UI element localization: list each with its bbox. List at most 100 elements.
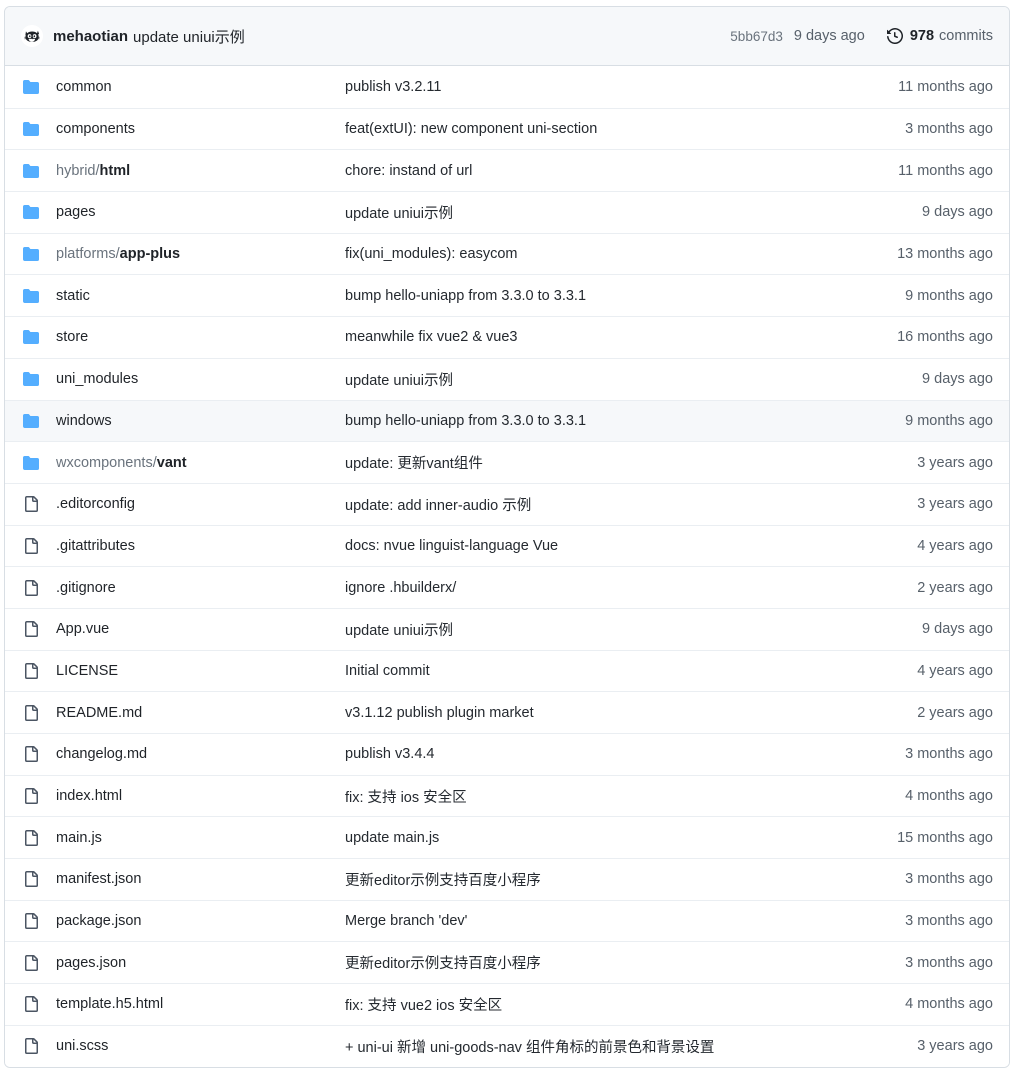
folder-icon [21, 246, 41, 262]
latest-commit-message[interactable]: update uniui示例 [133, 26, 245, 47]
folder-icon [21, 204, 41, 220]
commit-message[interactable]: 更新editor示例支持百度小程序 [345, 952, 853, 973]
file-name-link[interactable]: package.json [56, 913, 345, 929]
table-row[interactable]: windows bump hello-uniapp from 3.3.0 to 3… [5, 399, 1009, 442]
commit-message[interactable]: chore: instand of url [345, 163, 853, 179]
commits-count-number: 978 [909, 28, 935, 44]
file-icon [21, 829, 41, 846]
commit-age: 4 years ago [917, 537, 993, 554]
table-row[interactable]: main.js update main.js 15 months ago [5, 816, 1009, 859]
commit-age: 11 months ago [898, 78, 993, 95]
commit-message[interactable]: publish v3.2.11 [345, 79, 853, 95]
commit-message[interactable]: 更新editor示例支持百度小程序 [345, 869, 853, 890]
file-name-link[interactable]: .editorconfig [56, 496, 345, 512]
table-row[interactable]: static bump hello-uniapp from 3.3.0 to 3.… [5, 274, 1009, 317]
table-row[interactable]: components feat(extUI): new component uni… [5, 107, 1009, 150]
table-row[interactable]: package.json Merge branch 'dev' 3 months a… [5, 899, 1009, 942]
table-row[interactable]: hybrid/html chore: instand of url 11 month… [5, 149, 1009, 192]
folder-name-link[interactable]: platforms/app-plus [56, 246, 345, 262]
commit-age: 3 years ago [917, 1038, 993, 1055]
file-name-link[interactable]: uni.scss [56, 1038, 345, 1054]
commits-count-link[interactable]: 978 commits [886, 28, 993, 44]
file-name-link[interactable]: index.html [56, 788, 345, 804]
table-row[interactable]: platforms/app-plus fix(uni_modules): easy… [5, 232, 1009, 275]
file-name-link[interactable]: README.md [56, 705, 345, 721]
commit-message[interactable]: ignore .hbuilderx/ [345, 580, 853, 596]
commit-message[interactable]: docs: nvue linguist-language Vue [345, 538, 853, 554]
table-row[interactable]: App.vue update uniui示例 9 days ago [5, 607, 1009, 650]
commit-message[interactable]: update: add inner-audio 示例 [345, 494, 853, 515]
table-row[interactable]: manifest.json 更新editor示例支持百度小程序 3 months a… [5, 858, 1009, 900]
commit-message[interactable]: fix: 支持 vue2 ios 安全区 [345, 994, 853, 1015]
folder-name-link[interactable]: common [56, 79, 345, 95]
file-name-link[interactable]: pages.json [56, 955, 345, 971]
commit-message[interactable]: update uniui示例 [345, 369, 853, 390]
file-icon [21, 913, 41, 930]
commit-message[interactable]: update uniui示例 [345, 202, 853, 223]
folder-name-link[interactable]: windows [56, 413, 345, 429]
table-row[interactable]: common publish v3.2.11 11 months ago [5, 66, 1009, 108]
file-name-link[interactable]: .gitignore [56, 580, 345, 596]
table-row[interactable]: pages.json 更新editor示例支持百度小程序 3 months ago [5, 941, 1009, 984]
commit-message[interactable]: publish v3.4.4 [345, 746, 853, 762]
file-name-link[interactable]: App.vue [56, 621, 345, 637]
table-row[interactable]: wxcomponents/vant update: 更新vant组件 3 years… [5, 441, 1009, 483]
commit-message[interactable]: bump hello-uniapp from 3.3.0 to 3.3.1 [345, 413, 853, 429]
folder-name-link[interactable]: hybrid/html [56, 163, 345, 179]
commit-age: 3 months ago [905, 913, 993, 930]
file-name-link[interactable]: manifest.json [56, 871, 345, 887]
folder-icon [21, 79, 41, 95]
table-row[interactable]: store meanwhile fix vue2 & vue3 16 months … [5, 316, 1009, 358]
commit-message[interactable]: Merge branch 'dev' [345, 913, 853, 929]
path-prefix: wxcomponents/ [56, 454, 157, 471]
commit-message[interactable]: fix(uni_modules): easycom [345, 246, 853, 262]
table-row[interactable]: index.html fix: 支持 ios 安全区 4 months ago [5, 774, 1009, 817]
commit-message[interactable]: feat(extUI): new component uni-section [345, 121, 853, 137]
path-leaf: vant [156, 454, 187, 471]
commit-author-name[interactable]: mehaotian [53, 28, 128, 45]
folder-name-link[interactable]: uni_modules [56, 371, 345, 387]
commit-age: 3 months ago [905, 121, 993, 138]
folder-name-link[interactable]: components [56, 121, 345, 137]
folder-name-link[interactable]: store [56, 329, 345, 345]
commit-message[interactable]: meanwhile fix vue2 & vue3 [345, 329, 853, 345]
commit-message[interactable]: bump hello-uniapp from 3.3.0 to 3.3.1 [345, 288, 853, 304]
file-icon [21, 662, 41, 679]
file-name-link[interactable]: template.h5.html [56, 996, 345, 1012]
cat-avatar-icon[interactable] [21, 25, 43, 47]
file-name-link[interactable]: .gitattributes [56, 538, 345, 554]
commit-age: 9 months ago [905, 287, 993, 304]
table-row[interactable]: .gitattributes docs: nvue linguist-langua… [5, 524, 1009, 567]
table-row[interactable]: LICENSE Initial commit 4 years ago [5, 649, 1009, 692]
table-row[interactable]: pages update uniui示例 9 days ago [5, 191, 1009, 233]
folder-icon [21, 163, 41, 179]
commit-message[interactable]: + uni-ui 新增 uni-goods-nav 组件角标的前景色和背景设置 [345, 1036, 853, 1057]
file-name-link[interactable]: LICENSE [56, 663, 345, 679]
folder-icon [21, 455, 41, 471]
table-row[interactable]: template.h5.html fix: 支持 vue2 ios 安全区 4 mo… [5, 983, 1009, 1025]
file-icon [21, 621, 41, 638]
table-row[interactable]: .gitignore ignore .hbuilderx/2 years ago [5, 566, 1009, 608]
commit-sha[interactable]: 5bb67d3 [730, 29, 783, 44]
commit-message[interactable]: update: 更新vant组件 [345, 452, 853, 473]
commit-age: 3 years ago [917, 496, 993, 513]
table-row[interactable]: changelog.md publish v3.4.4 3 months ago [5, 733, 1009, 775]
file-icon [21, 788, 41, 805]
folder-name-link[interactable]: static [56, 288, 345, 304]
commit-message[interactable]: update uniui示例 [345, 619, 853, 640]
commit-message[interactable]: fix: 支持 ios 安全区 [345, 786, 853, 807]
table-row[interactable]: uni.scss + uni-ui 新增 uni-goods-nav 组件角标的前… [5, 1024, 1009, 1067]
commits-count-label: commits [939, 28, 993, 44]
file-name-link[interactable]: main.js [56, 830, 345, 846]
commit-message[interactable]: v3.1.12 publish plugin market [345, 705, 853, 721]
commit-message[interactable]: update main.js [345, 830, 853, 846]
folder-name-link[interactable]: pages [56, 204, 345, 220]
file-icon [21, 579, 41, 596]
path-leaf: app-plus [119, 246, 181, 263]
table-row[interactable]: README.md v3.1.12 publish plugin market 2 … [5, 691, 1009, 733]
table-row[interactable]: .editorconfig update: add inner-audio 示例 3… [5, 482, 1009, 525]
table-row[interactable]: uni_modules update uniui示例 9 days ago [5, 357, 1009, 400]
file-name-link[interactable]: changelog.md [56, 746, 345, 762]
folder-name-link[interactable]: wxcomponents/vant [56, 455, 345, 471]
commit-message[interactable]: Initial commit [345, 663, 853, 679]
